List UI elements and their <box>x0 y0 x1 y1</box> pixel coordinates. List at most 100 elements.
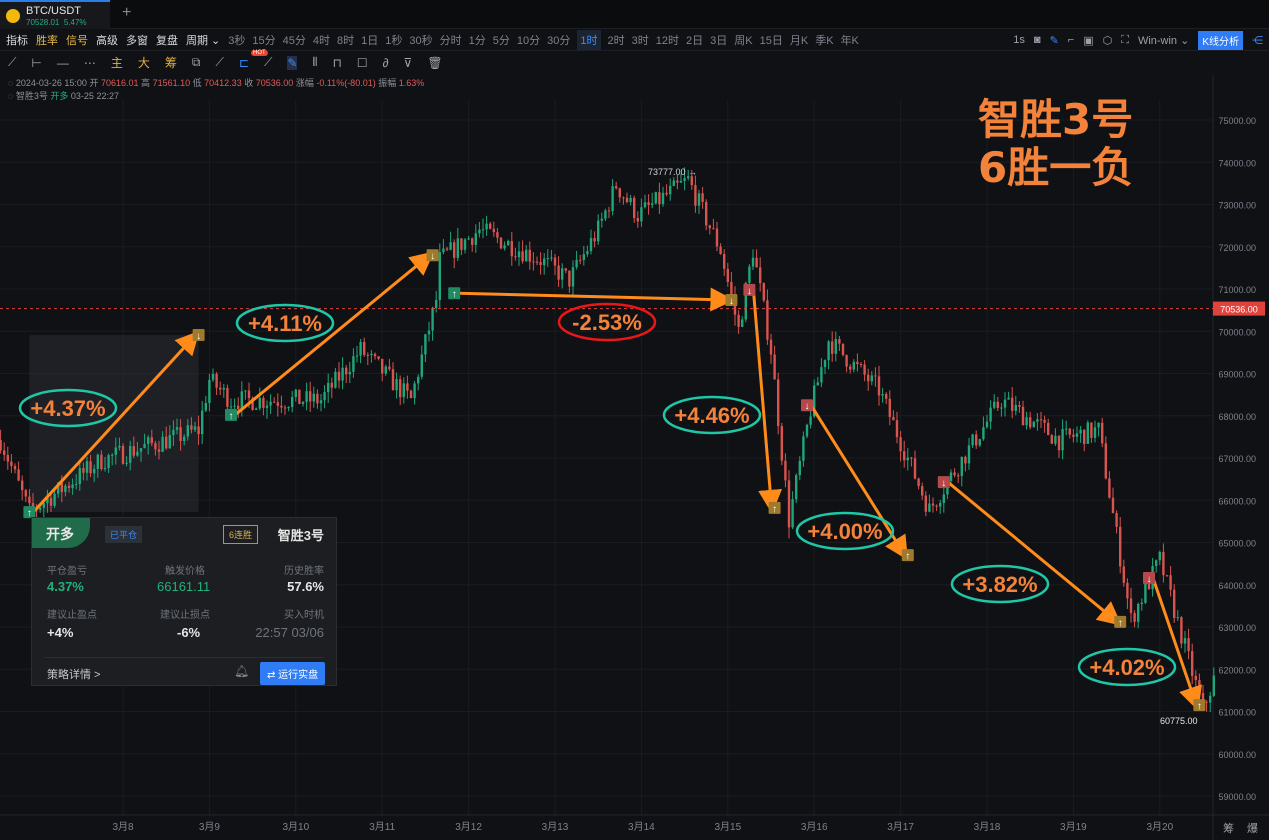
candle-body <box>816 382 819 386</box>
candle-body <box>312 393 315 402</box>
candle-body <box>1054 435 1057 444</box>
high-price-label: 73777.00 → <box>648 167 697 177</box>
corner-buttons[interactable]: 筹 爆 <box>1223 820 1263 836</box>
strategy-name: 智胜3号 <box>277 528 324 543</box>
candle-body <box>1003 399 1007 408</box>
candle-body <box>406 383 409 391</box>
candle-body <box>496 232 499 238</box>
candle-body <box>525 249 528 262</box>
candle-body <box>237 405 240 410</box>
candle-body <box>1097 422 1100 428</box>
run-live-button[interactable]: ⇄ 运行实盘 <box>260 662 326 685</box>
candle-body <box>942 494 945 503</box>
candle-body <box>730 281 733 296</box>
candle-body <box>334 371 337 388</box>
candle-body <box>103 467 107 470</box>
candle-body <box>244 390 247 392</box>
candle-body <box>183 436 186 441</box>
candle-body <box>1165 575 1169 577</box>
candle-body <box>154 443 157 450</box>
stop-loss-value: -6% <box>177 625 201 640</box>
candle-body <box>625 197 629 203</box>
y-tick-label: 62000.00 <box>1218 665 1256 675</box>
candle-body <box>798 460 801 476</box>
candle-body <box>129 446 132 463</box>
arrow-down-icon: ↓ <box>196 331 201 342</box>
candle-body <box>561 268 564 280</box>
candle-body <box>222 387 225 390</box>
candle-body <box>139 448 143 452</box>
candle-body <box>1079 429 1082 434</box>
ohlc-line: ◌ 2024-03-26 15:00 开 70616.01 高 71561.10… <box>8 78 425 88</box>
candle-body <box>895 420 899 438</box>
candle-body <box>1162 551 1165 576</box>
candle-body <box>708 225 711 229</box>
candle-body <box>795 475 798 500</box>
candle-body <box>175 427 179 430</box>
candle-body <box>1187 638 1190 652</box>
candle-body <box>78 468 81 484</box>
candle-body <box>467 238 470 240</box>
arrow-up-icon: ↑ <box>1197 701 1202 712</box>
status-badge: 已平仓 <box>105 526 143 543</box>
candle-body <box>885 394 888 399</box>
arrow-down-icon: ↓ <box>747 286 752 297</box>
candle-body <box>651 203 654 205</box>
candle-body <box>751 257 755 267</box>
candle-body <box>1111 497 1115 514</box>
trade-result-label: +4.02% <box>1089 655 1164 680</box>
candle-body <box>269 401 272 406</box>
y-tick-label: 71000.00 <box>1218 285 1256 295</box>
trade-result-label: +4.46% <box>674 403 749 428</box>
candle-body <box>607 210 611 212</box>
candle-body <box>827 341 830 361</box>
strategy-details-link[interactable]: 策略详情 > <box>47 666 100 682</box>
candle-body <box>294 389 297 398</box>
candle-body <box>679 180 683 183</box>
candle-body <box>258 397 261 409</box>
candle-body <box>881 394 884 396</box>
candle-body <box>179 427 182 441</box>
candle-body <box>287 407 290 409</box>
ohlc-info: ◌ 2024-03-26 15:00 开 70616.01 高 71561.10… <box>8 77 424 103</box>
candle-body <box>420 354 423 377</box>
candle-body <box>867 374 870 382</box>
candle-body <box>532 261 535 263</box>
candle-body <box>96 454 99 469</box>
candle-body <box>1032 421 1035 428</box>
candle-body <box>1115 513 1118 527</box>
y-tick-label: 67000.00 <box>1218 454 1256 464</box>
candle-body <box>453 242 456 258</box>
candle-body <box>647 202 650 205</box>
candle-body <box>460 238 463 250</box>
candle-body <box>600 218 603 221</box>
candle-body <box>226 387 229 407</box>
candle-body <box>1025 417 1028 426</box>
candle-body <box>215 373 218 388</box>
candle-body <box>1086 422 1089 444</box>
candle-body <box>445 248 449 250</box>
trigger-price-label: 触发价格 <box>165 566 205 577</box>
candle-body <box>1133 613 1136 622</box>
candle-body <box>1126 582 1129 599</box>
arrow-up-icon: ↑ <box>229 411 234 422</box>
candle-body <box>1144 582 1147 603</box>
candle-body <box>201 410 204 435</box>
candle-body <box>327 382 330 393</box>
candle-body <box>784 460 787 481</box>
candle-body <box>949 472 953 482</box>
candle-body <box>413 383 416 399</box>
candle-body <box>773 354 776 380</box>
candle-body <box>233 405 236 407</box>
candle-body <box>899 437 902 452</box>
candle-body <box>352 356 355 372</box>
candle-body <box>521 251 524 262</box>
bell-icon[interactable]: 🔔︎ <box>234 664 249 678</box>
candle-body <box>870 375 873 382</box>
y-tick-label: 60000.00 <box>1218 750 1256 760</box>
candle-body <box>849 366 852 370</box>
candle-body <box>802 436 805 461</box>
trade-arrow <box>751 289 783 514</box>
candle-body <box>150 437 153 444</box>
candle-body <box>1104 443 1107 479</box>
